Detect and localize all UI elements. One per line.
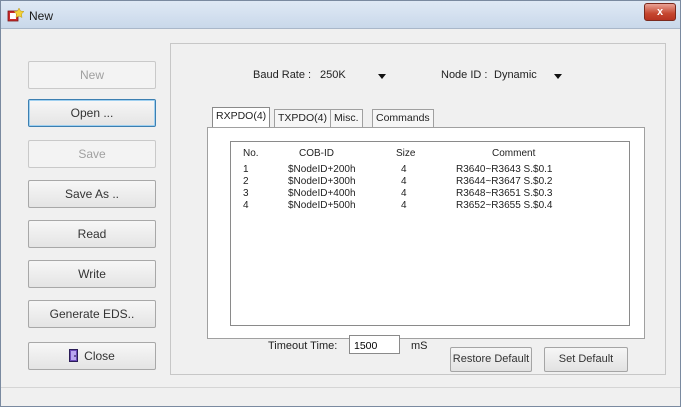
baud-rate-select[interactable]: 250K	[316, 66, 390, 86]
timeout-unit: mS	[411, 340, 428, 352]
col-size: Size	[396, 148, 416, 159]
read-button-label: Read	[77, 227, 107, 241]
status-bar	[1, 387, 680, 406]
cell-cob-id: $NodeID+300h	[288, 176, 356, 187]
cell-size: 4	[401, 188, 407, 199]
open-button-label: Open ...	[70, 106, 114, 120]
table-row[interactable]: 4 $NodeID+500h 4 R3652~R3655 S.$0.4	[231, 200, 629, 211]
cell-no: 2	[243, 176, 249, 187]
save-button-label: Save	[78, 147, 106, 161]
col-cob-id: COB-ID	[299, 148, 334, 159]
new-button[interactable]: New	[28, 61, 156, 89]
save-button[interactable]: Save	[28, 140, 156, 168]
save-as-button-label: Save As ..	[64, 187, 120, 201]
chevron-down-icon	[378, 74, 386, 79]
cell-comment: R3652~R3655 S.$0.4	[456, 200, 553, 211]
node-id-label: Node ID :	[441, 69, 488, 81]
tab-page: No. COB-ID Size Comment 1 $NodeID+200h 4…	[207, 127, 645, 354]
window-title: New	[29, 9, 54, 23]
cell-no: 1	[243, 164, 249, 175]
col-comment: Comment	[492, 148, 536, 159]
timeout-input[interactable]	[349, 335, 400, 354]
timeout-label: Timeout Time:	[268, 340, 338, 352]
tab-rxpdo[interactable]: RXPDO(4)	[212, 107, 271, 127]
tab-misc[interactable]: Misc.	[330, 109, 363, 127]
write-button[interactable]: Write	[28, 260, 156, 288]
list-header: No. COB-ID Size Comment	[231, 148, 629, 159]
pdo-list[interactable]: No. COB-ID Size Comment 1 $NodeID+200h 4…	[230, 141, 630, 326]
cell-cob-id: $NodeID+500h	[288, 200, 356, 211]
col-no: No.	[243, 148, 259, 159]
chevron-down-icon	[554, 74, 562, 79]
close-icon: x	[656, 6, 664, 18]
close-button-label: Close	[84, 349, 115, 363]
baud-rate-value: 250K	[320, 69, 346, 81]
cell-cob-id: $NodeID+400h	[288, 188, 356, 199]
read-button[interactable]: Read	[28, 220, 156, 248]
cell-comment: R3648~R3651 S.$0.3	[456, 188, 553, 199]
baud-rate-label: Baud Rate :	[253, 69, 312, 81]
table-row[interactable]: 1 $NodeID+200h 4 R3640~R3643 S.$0.1	[231, 164, 629, 175]
tab-rxpdo-label: RXPDO(4)	[216, 110, 267, 122]
tab-commands-label: Commands	[376, 112, 430, 124]
generate-eds-button[interactable]: Generate EDS..	[28, 300, 156, 328]
client-area: New Open ... Save Save As .. Read Write …	[7, 29, 676, 387]
table-row[interactable]: 3 $NodeID+400h 4 R3648~R3651 S.$0.3	[231, 188, 629, 199]
cell-size: 4	[401, 176, 407, 187]
table-row[interactable]: 2 $NodeID+300h 4 R3644~R3647 S.$0.2	[231, 176, 629, 187]
set-default-button[interactable]: Set Default	[544, 347, 628, 372]
set-default-label: Set Default	[558, 353, 614, 365]
cell-size: 4	[401, 200, 407, 211]
open-button[interactable]: Open ...	[28, 99, 156, 127]
close-window-button[interactable]: x	[644, 3, 676, 21]
cell-no: 4	[243, 200, 249, 211]
cell-comment: R3644~R3647 S.$0.2	[456, 176, 553, 187]
cell-cob-id: $NodeID+200h	[288, 164, 356, 175]
app-icon	[7, 7, 25, 22]
cell-size: 4	[401, 164, 407, 175]
write-button-label: Write	[78, 267, 106, 281]
node-id-select[interactable]: Dynamic	[490, 66, 566, 86]
main-window: New x New Open ... Save Save As .. Read …	[0, 0, 681, 407]
tab-commands[interactable]: Commands	[372, 109, 434, 127]
restore-default-label: Restore Default	[452, 353, 530, 365]
door-icon	[69, 349, 79, 362]
generate-eds-button-label: Generate EDS..	[49, 307, 135, 321]
tab-txpdo-label: TXPDO(4)	[278, 112, 328, 124]
tab-misc-label: Misc.	[334, 112, 359, 124]
save-as-button[interactable]: Save As ..	[28, 180, 156, 208]
title-bar[interactable]: New x	[1, 1, 680, 29]
tab-txpdo[interactable]: TXPDO(4)	[274, 109, 332, 127]
restore-default-button[interactable]: Restore Default	[450, 347, 532, 372]
new-button-label: New	[79, 68, 104, 82]
cell-comment: R3640~R3643 S.$0.1	[456, 164, 553, 175]
close-button[interactable]: Close	[28, 342, 156, 370]
node-id-value: Dynamic	[494, 69, 537, 81]
cell-no: 3	[243, 188, 249, 199]
